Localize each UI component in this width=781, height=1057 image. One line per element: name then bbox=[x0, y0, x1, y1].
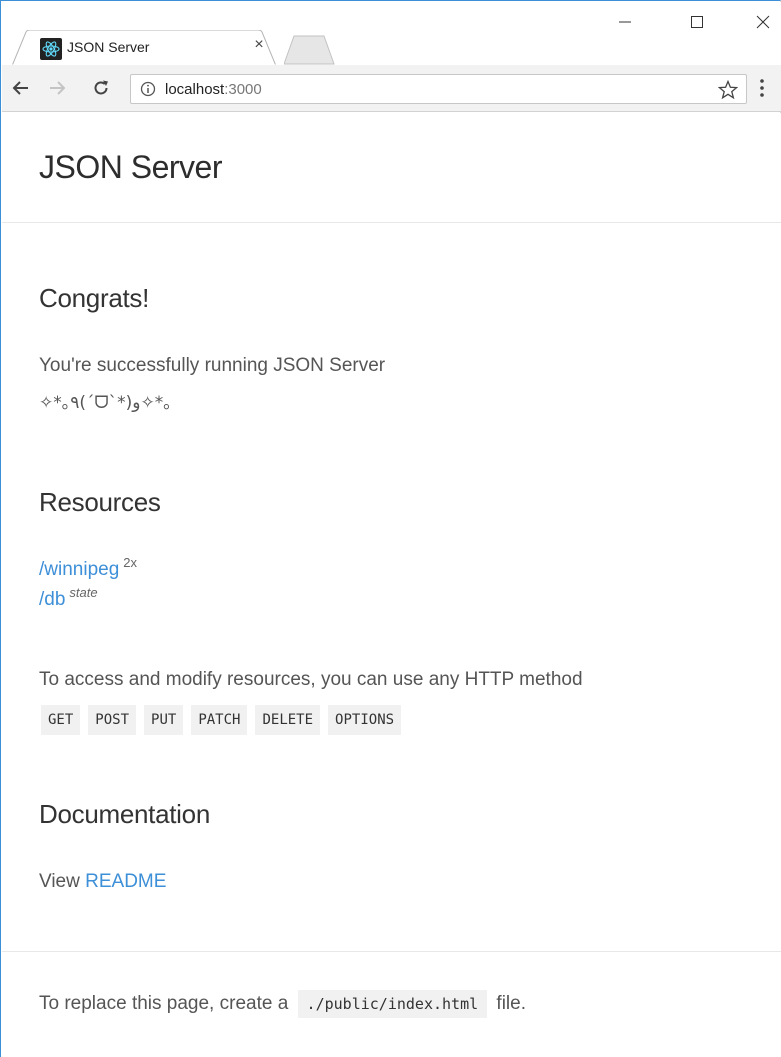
index-file-code: ./public/index.html bbox=[297, 990, 488, 1018]
title-bar: JSON Server × bbox=[2, 2, 781, 66]
resource-note-db: state bbox=[69, 585, 98, 600]
site-header: JSON Server bbox=[2, 113, 781, 223]
more-menu-icon[interactable] bbox=[758, 77, 766, 99]
address-bar[interactable]: localhost:3000 bbox=[130, 74, 747, 104]
documentation-heading: Documentation bbox=[39, 799, 210, 829]
readme-link[interactable]: README bbox=[85, 871, 166, 892]
method-post: POST bbox=[88, 705, 137, 735]
info-icon[interactable] bbox=[140, 81, 156, 97]
footer-suffix: file. bbox=[496, 993, 526, 1014]
resources-heading: Resources bbox=[39, 487, 161, 517]
url-text: localhost:3000 bbox=[165, 81, 262, 98]
maximize-icon[interactable] bbox=[674, 10, 720, 34]
page-content: JSON Server Congrats! You're successfull… bbox=[2, 113, 781, 1057]
kaomoji-text: ✧*｡٩(ˊᗜˋ*)و✧*｡ bbox=[39, 393, 172, 413]
http-methods-text: To access and modify resources, you can … bbox=[39, 669, 583, 690]
method-options: OPTIONS bbox=[328, 705, 402, 735]
method-patch: PATCH bbox=[191, 705, 248, 735]
footer-prefix: To replace this page, create a bbox=[39, 993, 289, 1014]
method-delete: DELETE bbox=[255, 705, 321, 735]
documentation-line: View README bbox=[39, 871, 166, 893]
url-port: :3000 bbox=[224, 81, 262, 98]
resource-link-db[interactable]: /db bbox=[39, 589, 65, 610]
browser-window: JSON Server × localhost:3000 JSON Server… bbox=[0, 0, 781, 1057]
react-favicon-icon bbox=[40, 38, 62, 60]
view-label: View bbox=[39, 871, 80, 892]
congrats-message: You're successfully running JSON Server bbox=[39, 355, 386, 376]
congrats-heading: Congrats! bbox=[39, 283, 150, 313]
close-window-icon[interactable] bbox=[740, 10, 781, 34]
footer-divider bbox=[2, 951, 781, 952]
bookmark-star-icon[interactable] bbox=[718, 80, 738, 100]
back-arrow-icon[interactable] bbox=[10, 77, 32, 99]
resource-item-winnipeg: /winnipeg 2x bbox=[39, 555, 137, 581]
footer-text: To replace this page, create a ./public/… bbox=[39, 990, 526, 1018]
browser-toolbar: localhost:3000 bbox=[2, 65, 781, 112]
http-methods-list: GET POST PUT PATCH DELETE OPTIONS bbox=[41, 705, 402, 735]
reload-icon[interactable] bbox=[90, 77, 112, 99]
resource-note-winnipeg: 2x bbox=[123, 555, 138, 570]
resource-link-winnipeg[interactable]: /winnipeg bbox=[39, 559, 119, 580]
url-host: localhost bbox=[165, 81, 225, 98]
new-tab-button[interactable] bbox=[284, 35, 336, 65]
method-put: PUT bbox=[144, 705, 184, 735]
tab-title: JSON Server bbox=[67, 39, 150, 55]
method-get: GET bbox=[41, 705, 81, 735]
site-title: JSON Server bbox=[39, 149, 222, 185]
browser-tab-json-server[interactable]: JSON Server × bbox=[12, 30, 276, 66]
resource-item-db: /db state bbox=[39, 585, 98, 611]
tab-close-icon[interactable]: × bbox=[250, 36, 268, 54]
forward-arrow-icon[interactable] bbox=[46, 77, 68, 99]
minimize-icon[interactable] bbox=[602, 10, 648, 34]
